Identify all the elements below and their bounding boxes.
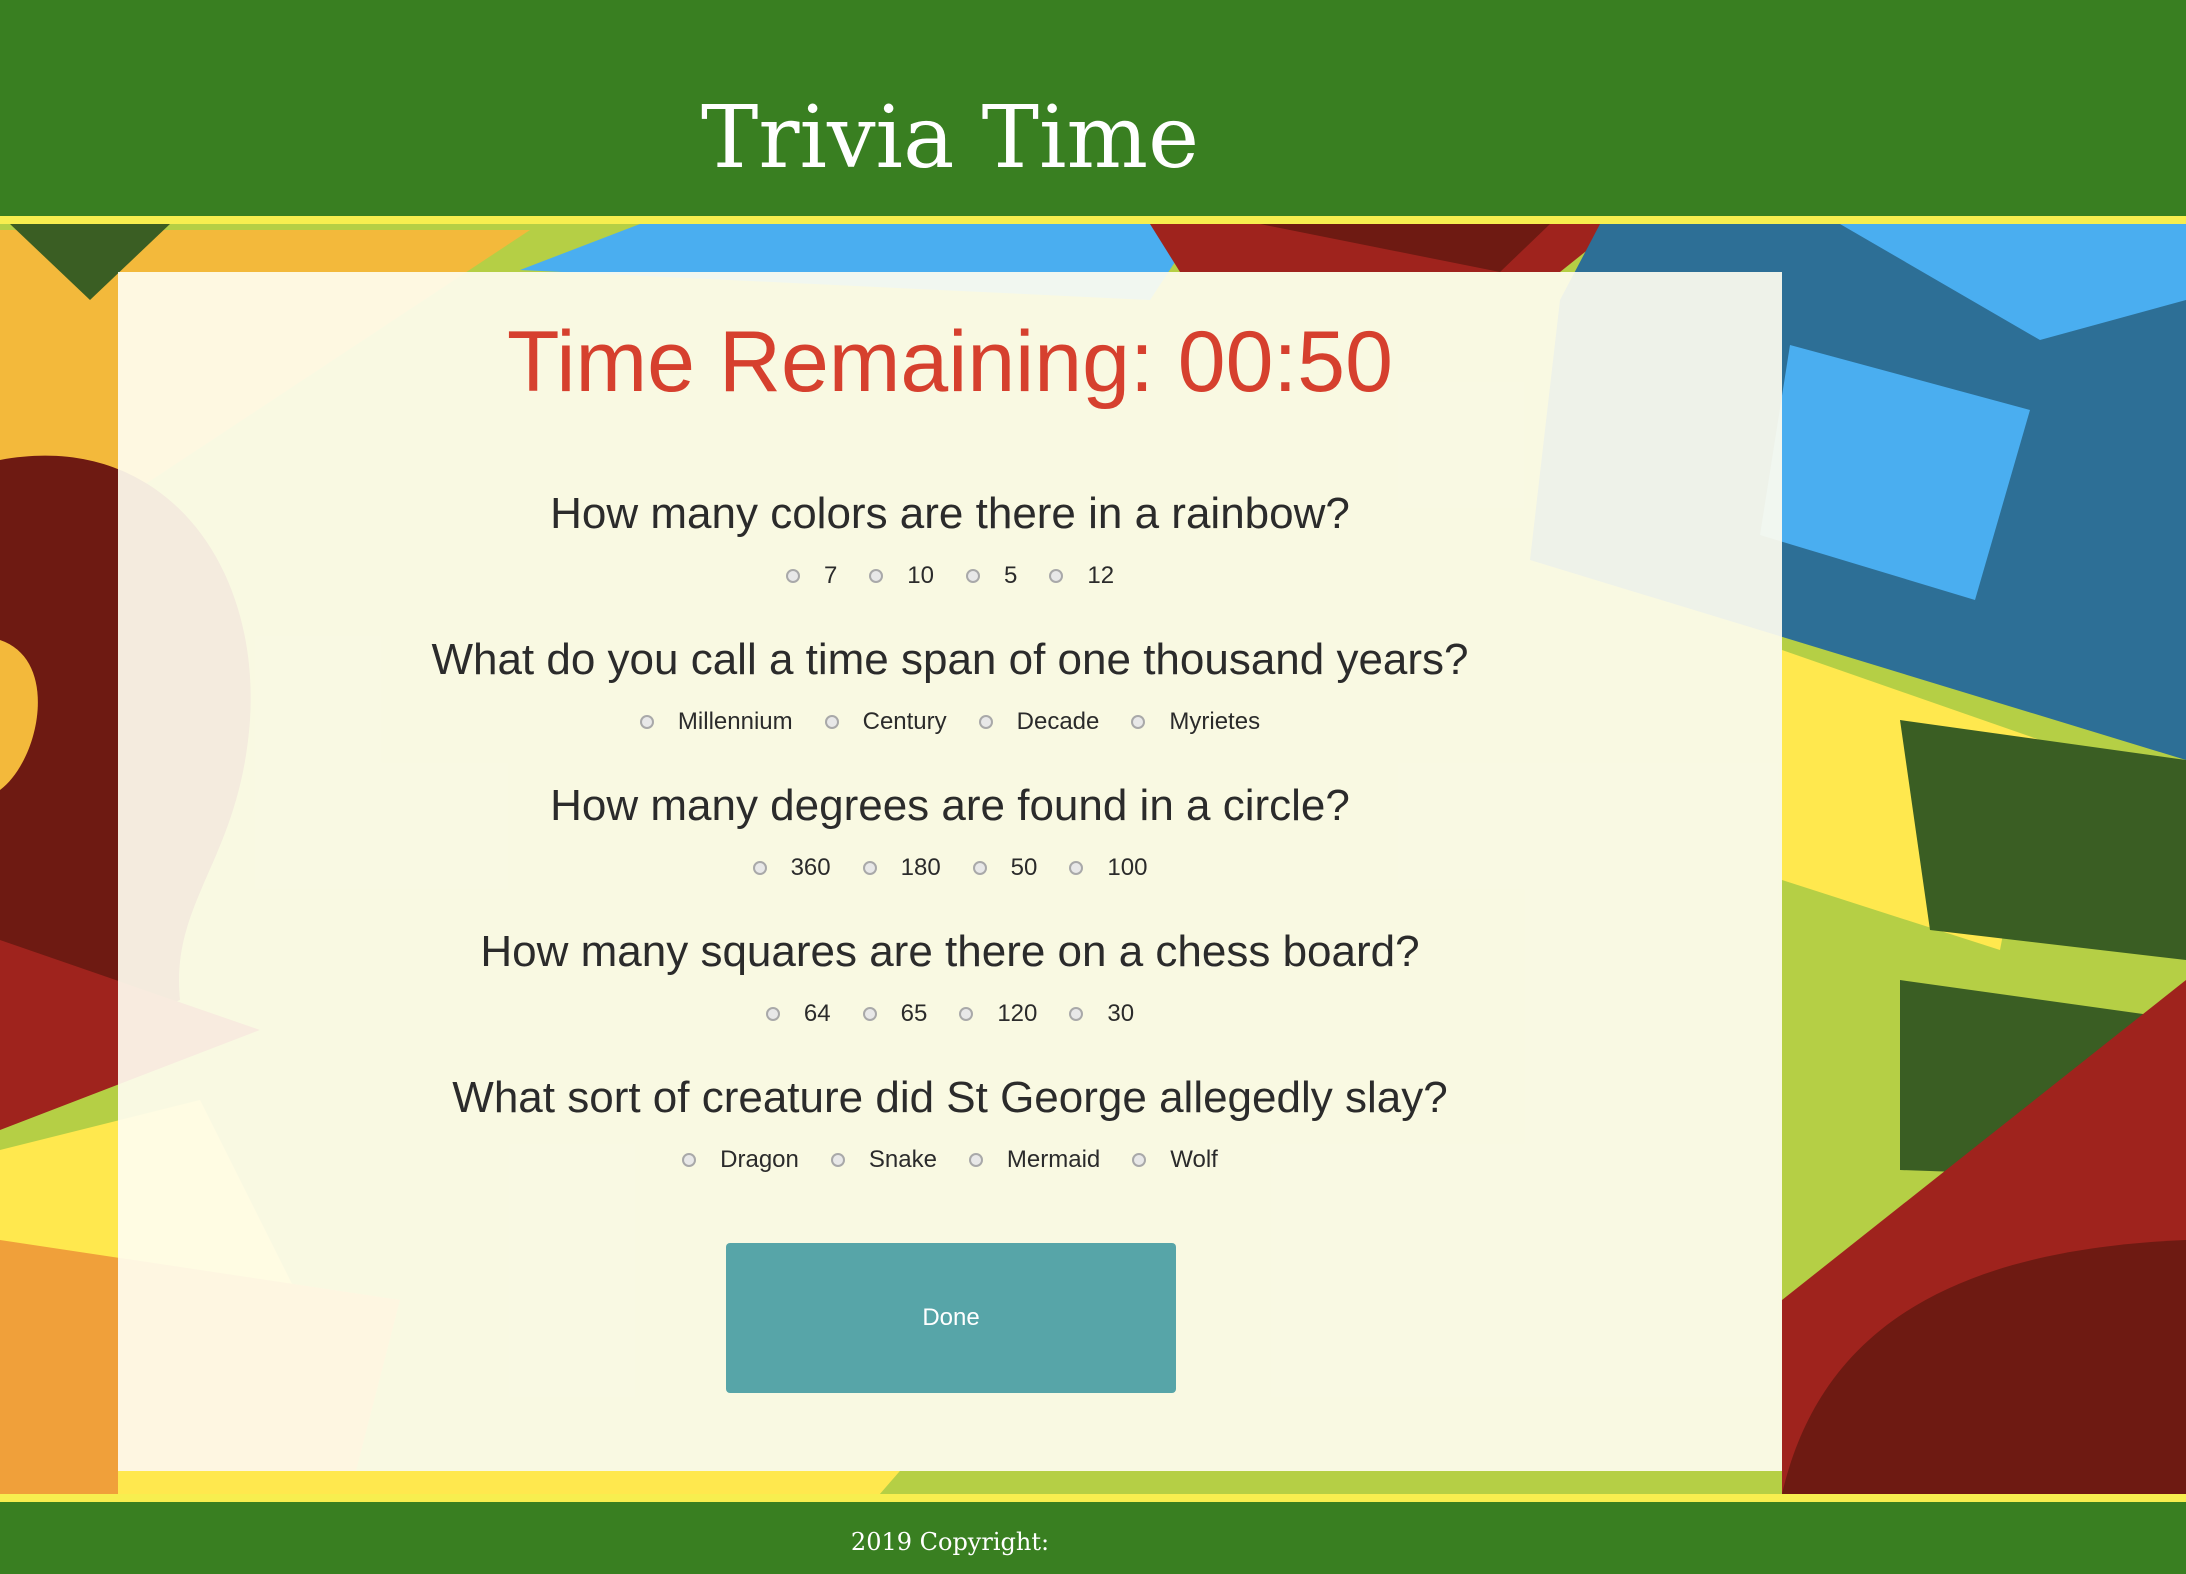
radio-button[interactable] xyxy=(830,1153,845,1167)
question-4: How many squares are there on a chess bo… xyxy=(118,922,1782,1028)
answer-label: 50 xyxy=(1010,854,1038,881)
answer-label: Myrietes xyxy=(1169,708,1261,735)
answer-label: Decade xyxy=(1016,708,1100,735)
radio-button[interactable] xyxy=(1069,1007,1084,1021)
radio-button[interactable] xyxy=(1131,715,1146,729)
answer-label: 30 xyxy=(1107,1000,1135,1027)
answer-label: 360 xyxy=(790,854,831,881)
radio-button[interactable] xyxy=(966,569,980,583)
question-3: How many degrees are found in a circle? … xyxy=(118,776,1782,882)
answer-label: Dragon xyxy=(720,1146,799,1173)
question-1: How many colors are there in a rainbow? … xyxy=(118,484,1782,590)
question-text: How many colors are there in a rainbow? xyxy=(550,489,1350,538)
radio-button[interactable] xyxy=(968,1153,983,1167)
answer-options: 360 180 50 100 xyxy=(118,854,1782,882)
answer-options: 7 10 5 12 xyxy=(118,562,1782,590)
answer-option[interactable]: Decade xyxy=(978,708,1100,736)
radio-button[interactable] xyxy=(978,715,993,729)
answer-option[interactable]: Wolf xyxy=(1132,1146,1218,1174)
answer-option[interactable]: 50 xyxy=(972,854,1038,882)
answer-label: 180 xyxy=(900,854,941,881)
answer-options: Millennium Century Decade Myrietes xyxy=(118,708,1782,736)
answer-option[interactable]: 30 xyxy=(1069,1000,1134,1028)
radio-button[interactable] xyxy=(752,861,767,875)
answer-option[interactable]: Mermaid xyxy=(968,1146,1101,1174)
answer-option[interactable]: Millennium xyxy=(639,708,793,736)
answer-label: 10 xyxy=(907,562,934,589)
answer-option[interactable]: Dragon xyxy=(682,1146,799,1174)
answer-option[interactable]: 65 xyxy=(862,1000,928,1028)
radio-button[interactable] xyxy=(869,569,884,583)
answer-option[interactable]: Century xyxy=(824,708,947,736)
radio-button[interactable] xyxy=(1069,861,1084,875)
answer-option[interactable]: 5 xyxy=(966,562,1017,590)
answer-label: Wolf xyxy=(1170,1146,1218,1173)
answer-label: 100 xyxy=(1107,854,1148,881)
radio-button[interactable] xyxy=(639,715,654,729)
answer-options: 64 65 120 30 xyxy=(118,1000,1782,1028)
question-text: What sort of creature did St George alle… xyxy=(452,1073,1448,1122)
answer-label: 5 xyxy=(1004,562,1018,589)
answer-option[interactable]: Myrietes xyxy=(1131,708,1260,736)
answer-label: 64 xyxy=(803,1000,831,1027)
answer-option[interactable]: 100 xyxy=(1069,854,1147,882)
site-title: Trivia Time xyxy=(701,88,1199,188)
answer-option[interactable]: 12 xyxy=(1049,562,1114,590)
radio-button[interactable] xyxy=(765,1007,780,1021)
answer-option[interactable]: 120 xyxy=(959,1000,1037,1028)
question-2: What do you call a time span of one thou… xyxy=(118,630,1782,736)
radio-button[interactable] xyxy=(1132,1153,1147,1167)
answer-label: Snake xyxy=(868,1146,937,1173)
answer-label: 12 xyxy=(1087,562,1115,589)
question-text: How many degrees are found in a circle? xyxy=(550,781,1350,830)
answer-option[interactable]: 7 xyxy=(785,562,838,590)
radio-button[interactable] xyxy=(972,861,987,875)
answer-option[interactable]: 10 xyxy=(869,562,934,590)
quiz-panel: Time Remaining: 00:50 How many colors ar… xyxy=(118,272,1782,1471)
question-5: What sort of creature did St George alle… xyxy=(118,1068,1782,1174)
answer-label: 120 xyxy=(997,1000,1038,1027)
answer-label: 7 xyxy=(823,562,838,589)
answer-option[interactable]: 64 xyxy=(765,1000,831,1028)
answer-options: Dragon Snake Mermaid Wolf xyxy=(118,1146,1782,1174)
answer-label: Mermaid xyxy=(1006,1146,1101,1173)
radio-button[interactable] xyxy=(682,1153,697,1167)
answer-option[interactable]: 360 xyxy=(752,854,831,882)
answer-option[interactable]: 180 xyxy=(862,854,941,882)
radio-button[interactable] xyxy=(1049,569,1064,583)
timer-value: 00:50 xyxy=(1177,314,1393,410)
answer-label: 65 xyxy=(900,1000,928,1027)
radio-button[interactable] xyxy=(785,569,800,583)
countdown-timer: Time Remaining: 00:50 xyxy=(118,307,1782,417)
answer-label: Century xyxy=(862,708,947,735)
timer-label: Time Remaining: xyxy=(507,314,1154,410)
question-text: How many squares are there on a chess bo… xyxy=(480,927,1420,976)
radio-button[interactable] xyxy=(824,715,839,729)
answer-label: Millennium xyxy=(677,708,793,735)
answer-option[interactable]: Snake xyxy=(830,1146,937,1174)
done-button[interactable]: Done xyxy=(726,1243,1176,1393)
radio-button[interactable] xyxy=(862,861,877,875)
radio-button[interactable] xyxy=(862,1007,877,1021)
site-header: Trivia Time xyxy=(0,0,2186,224)
copyright-text: 2019 Copyright: xyxy=(850,1528,1050,1556)
site-footer: 2019 Copyright: xyxy=(0,1494,2186,1574)
question-text: What do you call a time span of one thou… xyxy=(431,635,1469,684)
radio-button[interactable] xyxy=(959,1007,974,1021)
